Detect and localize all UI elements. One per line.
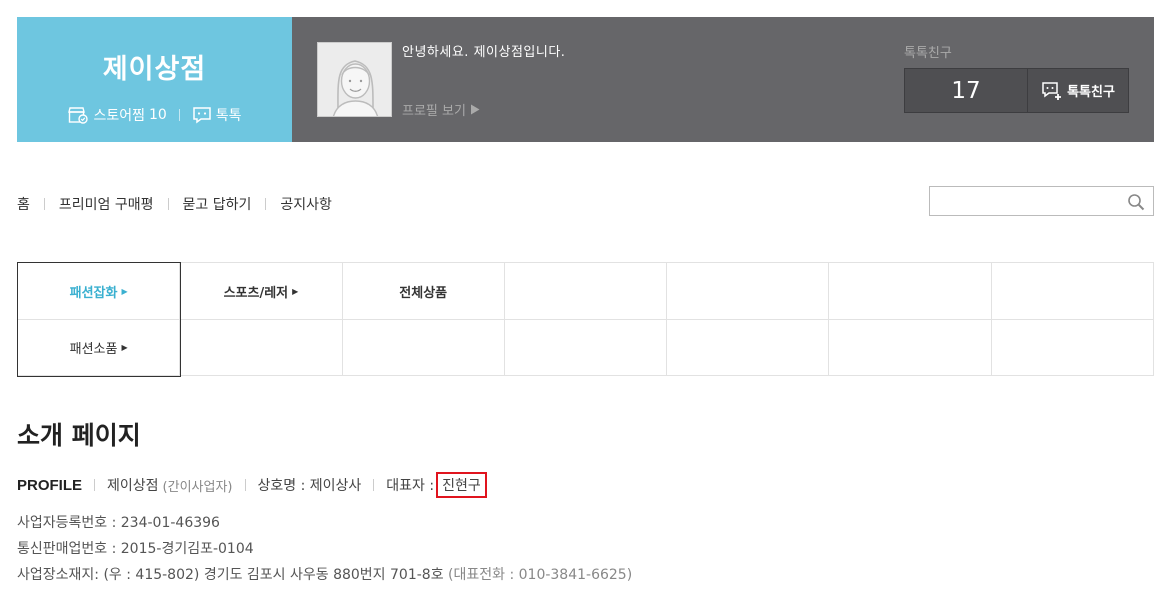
nav-divider [43, 198, 45, 210]
store-talk-button[interactable]: 톡톡 [192, 105, 242, 125]
profile-store-type: (간이사업자) [162, 479, 233, 495]
nav-qna[interactable]: 묻고 답하기 [183, 194, 252, 214]
profile-greeting: 안녕하세요. 제이상점입니다. [402, 45, 566, 60]
talk-friends-count: 17 [905, 69, 1028, 112]
category-empty-cell [990, 263, 1153, 319]
profile-store-name: 제이상점 [107, 478, 159, 494]
category-label: 전체상품 [399, 285, 448, 301]
category-label: 패션소품 [69, 342, 118, 357]
store-nav: 홈 프리미엄 구매평 묻고 답하기 공지사항 [17, 194, 332, 214]
category-grid: 패션잡화 ▶ 스포츠/레저 ▶ 전체상품 패션소품 ▶ [17, 262, 1154, 377]
caret-right-icon: ▶ [292, 286, 299, 296]
category-label: 패션잡화 [69, 285, 118, 301]
profile-panel: 안녕하세요. 제이상점입니다. 프로필 보기 톡톡친구 17 톡톡친구 [292, 17, 1154, 142]
add-chat-icon [1042, 81, 1062, 100]
store-wish-button[interactable]: 스토어찜 10 [67, 105, 167, 125]
profile-company: 상호명 : 제이상사 [257, 478, 362, 494]
profile-line: PROFILE 제이상점 (간이사업자) 상호명 : 제이상사 대표자 : 진현… [17, 472, 487, 498]
store-wish-icon [68, 107, 89, 124]
store-header: 제이상점 스토어찜 10 톡톡 안녕하세요. 제이상점입니다. 프로필 보기 톡… [17, 17, 1154, 142]
talk-friends-label: 톡톡친구 [904, 46, 952, 61]
category-fashion-accessories[interactable]: 패션소품 ▶ [17, 320, 179, 375]
business-address: 사업장소재지: (우 : 415-802) 경기도 김포시 사우동 880번지 … [17, 567, 444, 583]
search-icon[interactable] [1127, 193, 1145, 211]
profile-divider [244, 479, 246, 491]
meta-divider [178, 109, 180, 121]
profile-label: PROFILE [17, 476, 83, 494]
category-empty-cell [503, 263, 666, 319]
search-box [929, 186, 1154, 216]
nav-divider [265, 198, 267, 210]
profile-divider [94, 479, 96, 491]
category-empty-cell [179, 320, 341, 375]
add-talk-friend-label: 톡톡친구 [1067, 85, 1115, 100]
page-title: 소개 페이지 [17, 421, 141, 450]
profile-avatar[interactable] [317, 42, 392, 117]
talk-chat-icon [193, 107, 211, 124]
category-empty-cell [666, 320, 828, 375]
nav-home[interactable]: 홈 [17, 194, 30, 214]
category-row: 패션잡화 ▶ 스포츠/레저 ▶ 전체상품 [17, 263, 1153, 319]
caret-right-icon: ▶ [121, 286, 128, 296]
store-talk-label: 톡톡 [215, 108, 242, 124]
category-empty-cell [828, 320, 990, 375]
nav-premium-reviews[interactable]: 프리미엄 구매평 [59, 194, 154, 214]
nav-divider [167, 198, 169, 210]
category-sports-leisure[interactable]: 스포츠/레저 ▶ [179, 263, 341, 319]
category-all-products[interactable]: 전체상품 [341, 263, 504, 319]
default-avatar-icon [318, 43, 391, 116]
view-profile-link[interactable]: 프로필 보기 [402, 100, 480, 119]
category-empty-cell [666, 263, 828, 319]
profile-rep-name: 진현구 [436, 472, 487, 498]
talk-friends-box: 17 톡톡친구 [904, 68, 1129, 113]
store-wish-count: 10 [148, 107, 167, 123]
category-label: 스포츠/레저 [223, 285, 289, 301]
store-banner: 제이상점 스토어찜 10 톡톡 [17, 17, 292, 142]
profile-divider [373, 479, 375, 491]
category-row: 패션소품 ▶ [17, 319, 1153, 375]
caret-right-icon: ▶ [121, 343, 128, 352]
category-empty-cell [990, 320, 1153, 375]
business-address-line: 사업장소재지: (우 : 415-802) 경기도 김포시 사우동 880번지 … [17, 564, 632, 584]
search-input[interactable] [930, 187, 1120, 215]
business-phone: (대표전화 : 010-3841-6625) [448, 567, 633, 583]
store-name[interactable]: 제이상점 [17, 47, 292, 86]
add-talk-friend-button[interactable]: 톡톡친구 [1028, 69, 1128, 112]
category-empty-cell [503, 320, 666, 375]
view-profile-label: 프로필 보기 [402, 104, 466, 119]
play-arrow-icon [470, 104, 480, 115]
profile-rep-label: 대표자 : [386, 478, 435, 494]
category-fashion-goods[interactable]: 패션잡화 ▶ [17, 263, 179, 319]
nav-notices[interactable]: 공지사항 [280, 194, 332, 214]
category-empty-cell [828, 263, 990, 319]
business-reg-number: 사업자등록번호 : 234-01-46396 [17, 515, 220, 531]
store-wish-label: 스토어찜 [93, 108, 145, 124]
store-meta: 스토어찜 10 톡톡 [17, 105, 292, 125]
mail-order-number: 통신판매업번호 : 2015-경기김포-0104 [17, 541, 254, 557]
category-empty-cell [341, 320, 504, 375]
